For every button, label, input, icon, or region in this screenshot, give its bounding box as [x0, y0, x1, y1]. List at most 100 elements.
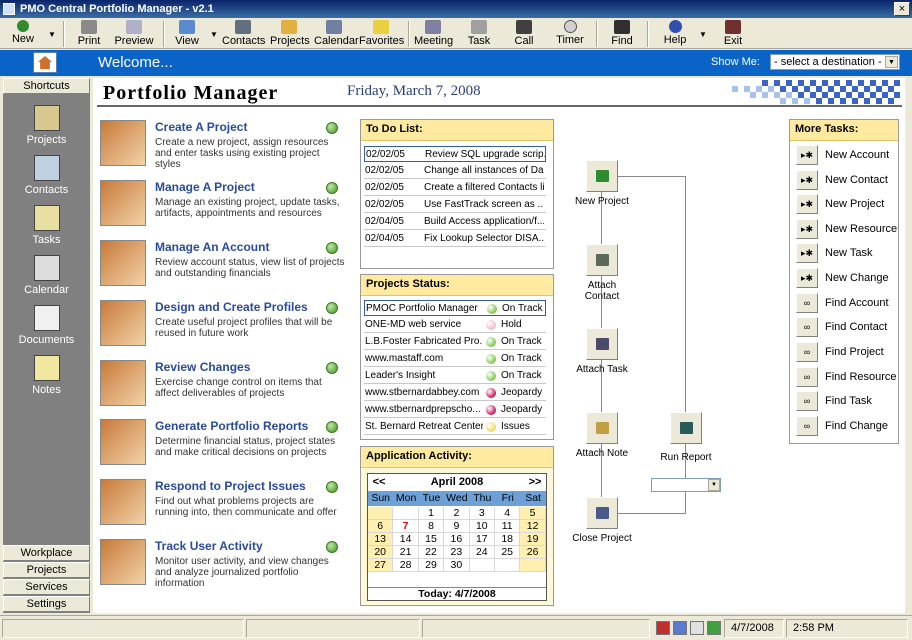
todo-item[interactable]: 02/02/05 Change all instances of Da...: [364, 163, 546, 179]
calendar-day[interactable]: 28: [393, 559, 419, 572]
calendar-day[interactable]: 11: [495, 520, 521, 533]
calendar-day[interactable]: 15: [418, 533, 445, 546]
calendar-next-button[interactable]: >>: [524, 476, 546, 488]
task-track-activity[interactable]: Track User Activity Monitor user activity…: [100, 539, 350, 589]
task-create-project[interactable]: Create A Project Create a new project, as…: [100, 120, 350, 170]
calendar-day[interactable]: 6: [368, 520, 394, 533]
project-status-row[interactable]: ONE-MD web service Hold: [364, 317, 546, 333]
exit-button[interactable]: Exit: [720, 20, 746, 48]
calendar-day[interactable]: 29: [418, 559, 445, 572]
contacts-button[interactable]: Contacts: [222, 20, 265, 48]
attach-note-button[interactable]: [586, 412, 618, 444]
task-button[interactable]: Task: [466, 20, 492, 48]
sidebar-group-projects[interactable]: Projects: [3, 562, 90, 578]
calendar-day[interactable]: 1: [418, 507, 445, 520]
task-manage-project[interactable]: Manage A Project Manage an existing proje…: [100, 180, 350, 230]
calendar-day[interactable]: 26: [520, 546, 546, 559]
project-status-row[interactable]: Leader's Insight On Track: [364, 368, 546, 384]
calendar-day[interactable]: 18: [495, 533, 521, 546]
calendar-day[interactable]: 24: [469, 546, 495, 559]
close-project-button[interactable]: [586, 497, 618, 529]
new-button[interactable]: New: [10, 20, 36, 48]
sidebar-item-notes[interactable]: Notes: [3, 355, 90, 396]
shortcuts-header[interactable]: Shortcuts: [3, 78, 90, 94]
chevron-down-icon[interactable]: ▼: [885, 56, 898, 68]
call-button[interactable]: Call: [512, 20, 536, 48]
projects-button[interactable]: Projects: [270, 20, 310, 48]
new-project-flow-button[interactable]: [586, 160, 618, 192]
close-button[interactable]: ×: [894, 2, 910, 16]
task-respond-issues[interactable]: Respond to Project Issues Find out what p…: [100, 479, 350, 529]
project-status-row[interactable]: L.B.Foster Fabricated Pro... On Track: [364, 334, 546, 350]
mail-icon[interactable]: [673, 621, 687, 635]
calendar-day[interactable]: 20: [368, 546, 394, 559]
calendar-day[interactable]: 27: [368, 559, 394, 572]
view-button[interactable]: View: [173, 20, 201, 48]
sidebar-item-tasks[interactable]: Tasks: [3, 205, 90, 246]
timer-button[interactable]: Timer: [555, 20, 585, 48]
calendar-day[interactable]: 14: [393, 533, 419, 546]
go-arrow-icon[interactable]: [326, 302, 338, 314]
calendar-day[interactable]: 19: [520, 533, 546, 546]
calendar-day[interactable]: 16: [444, 533, 470, 546]
attach-task-button[interactable]: [586, 328, 618, 360]
help-button[interactable]: Help: [662, 20, 688, 48]
project-status-row[interactable]: PMOC Portfolio Manager On Track: [364, 300, 546, 316]
find-button[interactable]: Find: [610, 20, 634, 48]
task-review-changes[interactable]: Review Changes Exercise change control on…: [100, 360, 350, 410]
sidebar-item-projects[interactable]: Projects: [3, 105, 90, 146]
task-manage-account[interactable]: Manage An Account Review account status, …: [100, 240, 350, 290]
calendar-day[interactable]: 9: [444, 520, 470, 533]
go-arrow-icon[interactable]: [326, 481, 338, 493]
project-status-row[interactable]: www.stbernardabbey.com Jeopardy: [364, 385, 546, 401]
calendar-day[interactable]: 10: [469, 520, 495, 533]
document-icon[interactable]: [690, 621, 704, 635]
preview-button[interactable]: Preview: [114, 20, 154, 48]
list-icon[interactable]: [707, 621, 721, 635]
calendar-day[interactable]: 30: [444, 559, 470, 572]
calendar-day[interactable]: 3: [469, 507, 495, 520]
calendar-day[interactable]: 22: [418, 546, 445, 559]
sidebar-group-services[interactable]: Services: [3, 579, 90, 595]
calendar-day[interactable]: 21: [393, 546, 419, 559]
sidebar-item-calendar[interactable]: Calendar: [3, 255, 90, 296]
go-arrow-icon[interactable]: [326, 122, 338, 134]
calendar-button[interactable]: Calendar: [314, 20, 359, 48]
alert-icon[interactable]: [656, 621, 670, 635]
attach-contact-button[interactable]: [586, 244, 618, 276]
calendar-day[interactable]: 17: [469, 533, 495, 546]
calendar-day[interactable]: 7: [393, 520, 419, 533]
task-design-profiles[interactable]: Design and Create Profiles Create useful …: [100, 300, 350, 350]
calendar-prev-button[interactable]: <<: [368, 476, 390, 488]
sidebar-group-workplace[interactable]: Workplace: [3, 545, 90, 561]
go-arrow-icon[interactable]: [326, 541, 338, 553]
calendar-day[interactable]: 2: [444, 507, 470, 520]
go-arrow-icon[interactable]: [326, 182, 338, 194]
go-arrow-icon[interactable]: [326, 362, 338, 374]
chevron-down-icon[interactable]: ▼: [708, 479, 720, 491]
calendar-day[interactable]: 25: [495, 546, 521, 559]
calendar-day[interactable]: 23: [444, 546, 470, 559]
calendar-day[interactable]: 4: [495, 507, 521, 520]
calendar-day[interactable]: 5: [520, 507, 546, 520]
run-report-button[interactable]: [670, 412, 702, 444]
todo-item[interactable]: 02/02/05 Create a filtered Contacts list: [364, 180, 546, 196]
view-dropdown-arrow[interactable]: ▼: [210, 30, 218, 39]
home-icon[interactable]: [33, 52, 57, 73]
calendar-day[interactable]: 13: [368, 533, 394, 546]
sidebar-group-settings[interactable]: Settings: [3, 596, 90, 612]
calendar-day[interactable]: 12: [520, 520, 546, 533]
sidebar-item-contacts[interactable]: Contacts: [3, 155, 90, 196]
todo-item[interactable]: 02/04/05 Build Access application/f...: [364, 214, 546, 230]
meeting-button[interactable]: Meeting: [414, 20, 453, 48]
todo-item[interactable]: 02/04/05 Fix Lookup Selector DISA...: [364, 231, 546, 247]
go-arrow-icon[interactable]: [326, 421, 338, 433]
print-button[interactable]: Print: [74, 20, 104, 48]
calendar-today[interactable]: Today: 4/7/2008: [368, 587, 546, 600]
task-generate-reports[interactable]: Generate Portfolio Reports Determine fina…: [100, 419, 350, 469]
new-dropdown-arrow[interactable]: ▼: [48, 30, 56, 39]
go-arrow-icon[interactable]: [326, 242, 338, 254]
calendar-day[interactable]: 8: [418, 520, 445, 533]
todo-item[interactable]: 02/02/05 Use FastTrack screen as ...: [364, 197, 546, 213]
project-status-row[interactable]: St. Bernard Retreat Center Issues: [364, 419, 546, 435]
